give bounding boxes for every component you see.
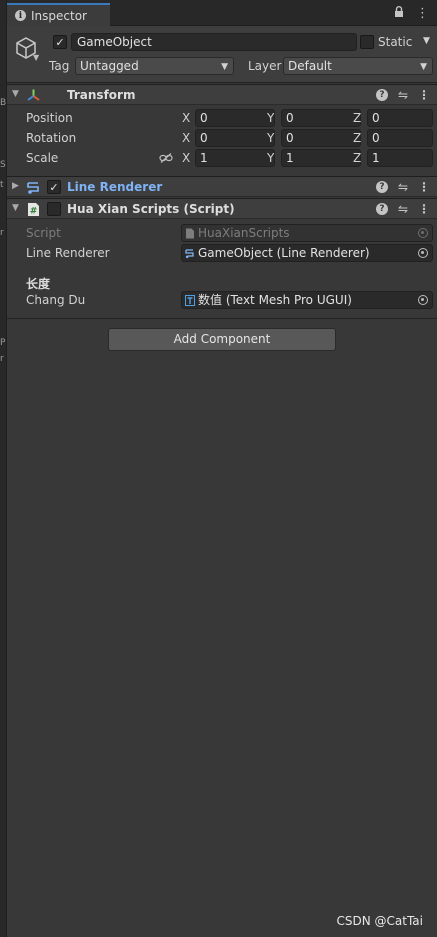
active-checkbox[interactable]: ✓	[53, 35, 67, 49]
left-dock-strip: B S t r P r	[0, 0, 7, 937]
fold-open-icon[interactable]: ▼	[12, 89, 19, 99]
chevron-down-icon: ▼	[221, 62, 228, 72]
kebab-menu-icon[interactable]: ⋮	[418, 88, 430, 102]
line-renderer-field[interactable]: GameObject (Line Renderer)	[181, 244, 433, 262]
clipped-char: S	[0, 160, 6, 170]
game-object-header: ▼ ✓ GameObject Static ▼ Tag Untagged ▼ L…	[7, 26, 437, 83]
help-icon[interactable]: ?	[375, 89, 388, 101]
chang-du-field[interactable]: 数值 (Text Mesh Pro UGUI)	[181, 291, 433, 309]
preset-icon[interactable]: ⇋	[398, 180, 408, 194]
info-icon: i	[15, 10, 26, 21]
axis-z-label[interactable]: Z	[353, 131, 361, 145]
watermark: CSDN @CatTai	[336, 914, 424, 928]
rotation-z-field[interactable]: 0	[367, 129, 433, 147]
transform-icon	[27, 89, 40, 101]
help-icon[interactable]: ?	[375, 203, 388, 215]
position-z-field[interactable]: 0	[367, 109, 433, 127]
preset-icon[interactable]: ⇋	[398, 202, 408, 216]
clipped-char: B	[0, 98, 7, 108]
tag-value: Untagged	[80, 59, 139, 73]
rotation-y-field[interactable]: 0	[281, 129, 361, 147]
constrain-proportions-icon[interactable]	[159, 153, 173, 163]
script-value: HuaXianScripts	[198, 226, 290, 240]
line-renderer-icon	[27, 182, 39, 194]
clipped-char: P	[0, 338, 6, 348]
axis-x-label[interactable]: X	[182, 151, 190, 165]
clipped-char: t	[0, 180, 4, 190]
position-label: Position	[26, 111, 73, 125]
script-field: HuaXianScripts	[181, 224, 433, 242]
object-picker-icon	[418, 228, 428, 238]
text-mesh-pro-icon	[185, 295, 195, 306]
axis-x-label[interactable]: X	[182, 131, 190, 145]
line-renderer-field-label: Line Renderer	[26, 246, 110, 260]
line-renderer-title: Line Renderer	[67, 180, 163, 194]
position-x-field[interactable]: 0	[195, 109, 275, 127]
chevron-down-icon[interactable]: ▼	[33, 53, 39, 62]
layer-label: Layer	[248, 59, 282, 73]
axis-y-label[interactable]: Y	[267, 131, 274, 145]
svg-text:#: #	[30, 207, 38, 217]
axis-y-label[interactable]: Y	[267, 111, 274, 125]
section-header: 长度	[26, 277, 51, 291]
tab-bar: i Inspector ⋮	[7, 0, 437, 26]
axis-z-label[interactable]: Z	[353, 111, 361, 125]
layer-value: Default	[288, 59, 332, 73]
clipped-char: r	[0, 354, 4, 364]
chang-du-value: 数值 (Text Mesh Pro UGUI)	[198, 293, 352, 307]
rotation-x-field[interactable]: 0	[195, 129, 275, 147]
position-y-field[interactable]: 0	[281, 109, 361, 127]
lock-icon[interactable]	[394, 6, 404, 21]
scale-z-field[interactable]: 1	[367, 149, 433, 167]
line-renderer-icon	[185, 249, 194, 259]
script-enabled-checkbox[interactable]	[47, 202, 61, 216]
script-icon: #	[28, 203, 39, 217]
line-renderer-enabled-checkbox[interactable]: ✓	[47, 180, 61, 194]
transform-header[interactable]: ▼ Transform ? ⇋ ⋮	[7, 84, 437, 105]
help-icon[interactable]: ?	[375, 181, 388, 193]
static-checkbox[interactable]	[360, 35, 374, 49]
kebab-menu-icon[interactable]: ⋮	[418, 202, 430, 216]
layer-dropdown[interactable]: Default ▼	[283, 57, 433, 75]
chang-du-label: Chang Du	[26, 293, 86, 307]
divider	[7, 318, 437, 319]
line-renderer-value: GameObject (Line Renderer)	[198, 246, 370, 260]
axis-z-label[interactable]: Z	[353, 151, 361, 165]
chevron-down-icon: ▼	[420, 62, 427, 72]
fold-open-icon[interactable]: ▼	[12, 203, 19, 213]
static-label: Static	[378, 35, 413, 49]
kebab-menu-icon[interactable]: ⋮	[416, 7, 429, 20]
static-dropdown-icon[interactable]: ▼	[423, 36, 430, 46]
scale-y-field[interactable]: 1	[281, 149, 361, 167]
preset-icon[interactable]: ⇋	[398, 88, 408, 102]
fold-closed-icon[interactable]: ▶	[12, 181, 19, 191]
axis-x-label[interactable]: X	[182, 111, 190, 125]
kebab-menu-icon[interactable]: ⋮	[418, 180, 430, 194]
rotation-label: Rotation	[26, 131, 77, 145]
object-picker-icon[interactable]	[418, 248, 428, 258]
hua-xian-scripts-title: Hua Xian Scripts (Script)	[67, 202, 235, 216]
axis-y-label[interactable]: Y	[267, 151, 274, 165]
tag-label: Tag	[49, 59, 70, 73]
line-renderer-header[interactable]: ▶ ✓ Line Renderer ? ⇋ ⋮	[7, 176, 437, 197]
scale-label: Scale	[26, 151, 59, 165]
transform-title: Transform	[67, 88, 136, 102]
name-field[interactable]: GameObject	[71, 33, 357, 51]
tag-dropdown[interactable]: Untagged ▼	[75, 57, 234, 75]
tab-title: Inspector	[31, 8, 87, 23]
object-picker-icon[interactable]	[418, 295, 428, 305]
scale-x-field[interactable]: 1	[195, 149, 275, 167]
add-component-button[interactable]: Add Component	[108, 328, 336, 351]
clipped-char: r	[0, 228, 4, 238]
script-label: Script	[26, 226, 61, 240]
script-file-icon	[186, 228, 194, 239]
tab-inspector[interactable]: i Inspector	[7, 3, 110, 26]
hua-xian-scripts-header[interactable]: ▼ # Hua Xian Scripts (Script) ? ⇋ ⋮	[7, 198, 437, 219]
inspector-panel: ▼ ✓ GameObject Static ▼ Tag Untagged ▼ L…	[7, 26, 437, 937]
